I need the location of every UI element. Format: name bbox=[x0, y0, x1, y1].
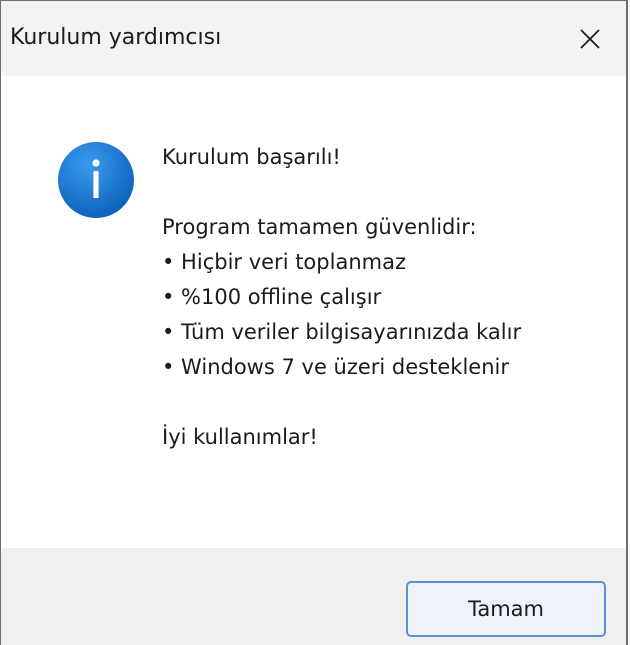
close-icon bbox=[580, 28, 600, 49]
ok-button[interactable]: Tamam bbox=[406, 581, 606, 637]
message-text: Kurulum başarılı! Program tamamen güvenl… bbox=[162, 140, 602, 455]
bullet-item: • Tüm veriler bilgisayarınızda kalır bbox=[162, 320, 522, 344]
button-bar: Tamam bbox=[1, 548, 626, 645]
bullet-item: • Windows 7 ve üzeri desteklenir bbox=[162, 355, 509, 379]
info-icon bbox=[58, 142, 134, 218]
success-line: Kurulum başarılı! bbox=[162, 145, 341, 169]
closing-line: İyi kullanımlar! bbox=[162, 425, 318, 449]
bullet-item: • Hiçbir veri toplanmaz bbox=[162, 250, 406, 274]
close-button[interactable] bbox=[554, 1, 626, 76]
bullet-item: • %100 offline çalışır bbox=[162, 285, 382, 309]
dialog-content: Kurulum başarılı! Program tamamen güvenl… bbox=[1, 76, 626, 548]
window-title: Kurulum yardımcısı bbox=[10, 25, 222, 50]
title-bar[interactable]: Kurulum yardımcısı bbox=[1, 1, 626, 76]
message-dialog: Kurulum yardımcısı Kurulum başarılı! Pro… bbox=[0, 0, 628, 645]
security-heading: Program tamamen güvenlidir: bbox=[162, 215, 477, 239]
